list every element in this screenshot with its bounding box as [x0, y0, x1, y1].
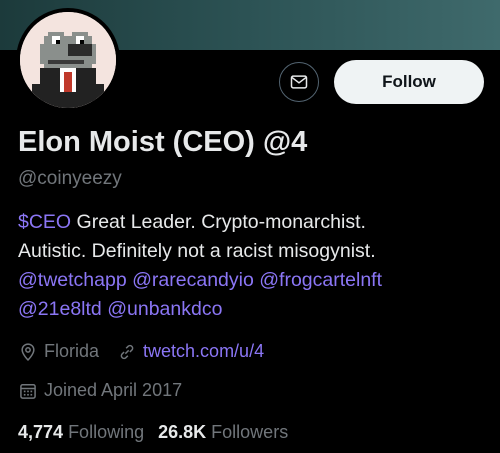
location-text: Florida	[44, 341, 100, 361]
link-icon	[120, 344, 134, 359]
followers-stat-link[interactable]: 26.8K Followers	[158, 422, 288, 442]
profile-page: Follow Elon Moist (CEO) @4 @coinyeezy $C…	[0, 0, 500, 453]
bio-text: Great Leader. Crypto-monarchist.	[71, 211, 366, 233]
following-stat-link[interactable]: 4,774 Following	[18, 422, 144, 442]
mail-icon	[290, 75, 308, 89]
profile-name: Elon Moist (CEO) @4	[18, 126, 308, 158]
mention-link[interactable]: @frogcartelnft	[259, 269, 382, 291]
joined-date-text: Joined April 2017	[44, 380, 183, 400]
location-pin-icon	[21, 342, 35, 361]
profile-stats: 4,774 Following 26.8K Followers	[18, 422, 288, 443]
profile-bio: $CEO Great Leader. Crypto-monarchist. Au…	[18, 208, 488, 324]
avatar[interactable]	[20, 12, 116, 108]
bio-line-4: @21e8ltd @unbankdco	[18, 295, 488, 324]
follow-button[interactable]: Follow	[334, 60, 484, 104]
mention-link[interactable]: @twetchapp	[18, 269, 127, 291]
avatar-frame	[16, 8, 120, 112]
followers-count: 26.8K	[158, 422, 207, 442]
bio-line-1: $CEO Great Leader. Crypto-monarchist.	[18, 208, 488, 237]
calendar-icon	[20, 383, 36, 399]
bio-line-3: @twetchapp @rarecandyio @frogcartelnft	[18, 266, 488, 295]
profile-meta-row: Florida twetch.com/u/4	[18, 341, 264, 362]
followers-label: Followers	[211, 422, 289, 442]
pixel-frog-avatar-image	[20, 12, 116, 108]
profile-handle: @coinyeezy	[18, 168, 122, 189]
bio-line-2: Autistic. Definitely not a racist misogy…	[18, 240, 376, 262]
following-label: Following	[68, 422, 145, 442]
message-button[interactable]	[279, 62, 319, 102]
mention-link[interactable]: @21e8ltd	[18, 298, 102, 320]
profile-joined-row: Joined April 2017	[18, 380, 182, 401]
website-link[interactable]: twetch.com/u/4	[143, 341, 264, 362]
following-count: 4,774	[18, 422, 64, 442]
mention-link[interactable]: @unbankdco	[107, 298, 222, 320]
mention-link[interactable]: @rarecandyio	[132, 269, 254, 291]
cashtag-link[interactable]: $CEO	[18, 211, 71, 233]
